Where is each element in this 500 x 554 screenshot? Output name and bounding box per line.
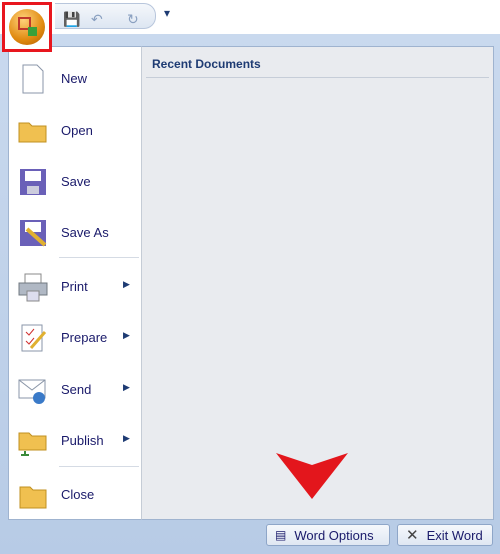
quick-access-toolbar: 💾 ↶ ↻ bbox=[55, 3, 156, 29]
menu-item-open[interactable]: Open bbox=[9, 107, 141, 153]
label: Close bbox=[61, 487, 95, 502]
menu-item-print[interactable]: Print ▶ bbox=[9, 263, 141, 309]
divider bbox=[146, 77, 489, 78]
label: Exit Word bbox=[426, 527, 483, 543]
office-logo-icon bbox=[9, 9, 45, 45]
options-icon: ▤ bbox=[275, 528, 287, 542]
office-button[interactable] bbox=[2, 2, 52, 52]
undo-icon[interactable]: ↶ bbox=[91, 11, 103, 28]
menu-commands: New Open Save Save As Print ▶ Prepare ▶ Se… bbox=[8, 46, 142, 520]
recent-documents-panel: Recent Documents bbox=[141, 46, 494, 520]
close-folder-icon bbox=[19, 486, 47, 509]
label: Send bbox=[61, 382, 92, 397]
label: Open bbox=[61, 123, 93, 138]
separator bbox=[59, 257, 139, 258]
label: Publish bbox=[61, 433, 104, 448]
new-document-icon bbox=[22, 64, 44, 94]
recent-documents-title: Recent Documents bbox=[152, 57, 261, 71]
menu-item-save[interactable]: Save bbox=[9, 158, 141, 204]
menu-item-prepare[interactable]: Prepare ▶ bbox=[9, 314, 141, 360]
label: Save bbox=[61, 174, 91, 189]
close-icon: ✕ bbox=[406, 527, 419, 544]
label: Print bbox=[61, 279, 88, 294]
submenu-arrow-icon: ▶ bbox=[123, 330, 130, 340]
menu-item-send[interactable]: Send ▶ bbox=[9, 366, 141, 412]
word-options-button[interactable]: ▤ Word Options bbox=[266, 524, 390, 546]
exit-word-button[interactable]: ✕ Exit Word bbox=[397, 524, 493, 546]
save-as-icon bbox=[20, 220, 47, 247]
redo-icon[interactable]: ↻ bbox=[127, 11, 139, 28]
red-arrow-annotation-icon bbox=[276, 453, 348, 499]
customize-toolbar-icon[interactable]: ▾ bbox=[164, 6, 170, 20]
separator bbox=[59, 466, 139, 467]
submenu-arrow-icon: ▶ bbox=[123, 433, 130, 443]
save-icon[interactable]: 💾 bbox=[63, 11, 80, 28]
label: Save As bbox=[61, 225, 109, 240]
label: Prepare bbox=[61, 330, 108, 345]
submenu-arrow-icon: ▶ bbox=[123, 382, 130, 392]
publish-icon bbox=[18, 432, 47, 456]
menu-item-close[interactable]: Close bbox=[9, 471, 141, 517]
menu-item-publish[interactable]: Publish ▶ bbox=[9, 417, 141, 463]
prepare-icon bbox=[21, 324, 47, 352]
open-folder-icon bbox=[18, 122, 47, 143]
menu-item-new[interactable]: New bbox=[9, 55, 141, 101]
label: New bbox=[61, 71, 88, 86]
save-disk-icon bbox=[20, 169, 46, 195]
submenu-arrow-icon: ▶ bbox=[123, 279, 130, 289]
label: Word Options bbox=[294, 527, 374, 543]
printer-icon bbox=[18, 273, 48, 302]
send-icon bbox=[18, 379, 46, 404]
office-menu: New Open Save Save As Print ▶ Prepare ▶ Se… bbox=[0, 34, 500, 554]
menu-item-save-as[interactable]: Save As bbox=[9, 209, 141, 255]
